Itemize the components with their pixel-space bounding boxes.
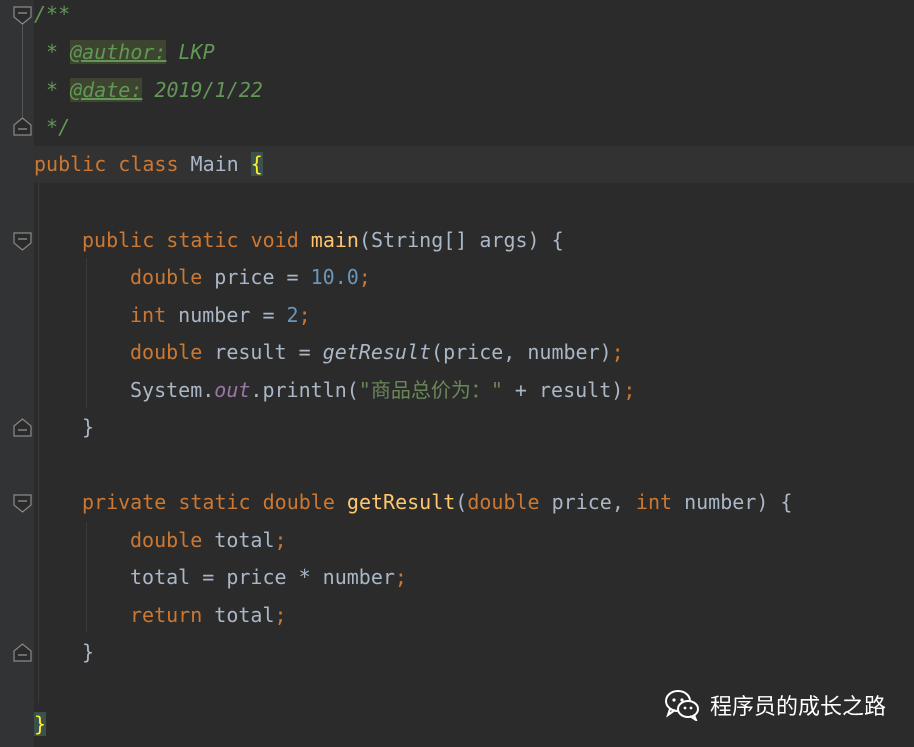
code-line: total = price * number; bbox=[130, 559, 407, 596]
code-line: } bbox=[82, 634, 94, 671]
code-line: private static double getResult(double p… bbox=[82, 484, 792, 521]
code-text: total bbox=[202, 528, 275, 552]
number-literal: 2 bbox=[286, 303, 299, 327]
javadoc-tag: @author: bbox=[70, 40, 167, 64]
comment-text: * bbox=[34, 40, 71, 64]
number-literal: 10.0 bbox=[310, 265, 359, 289]
code-line: public static void main(String[] args) { bbox=[82, 222, 564, 259]
keyword: double bbox=[130, 265, 203, 289]
code-line: public class Main { bbox=[34, 146, 263, 183]
keyword: double bbox=[467, 490, 540, 514]
code-line: * @author: LKP bbox=[34, 34, 215, 71]
code-line: /** bbox=[34, 0, 70, 33]
matched-brace: { bbox=[250, 152, 263, 176]
watermark: 程序员的成长之路 bbox=[664, 687, 886, 723]
code-text: ( bbox=[455, 490, 468, 514]
code-text: (price, number) bbox=[431, 340, 612, 364]
code-line: int number = 2; bbox=[130, 297, 311, 334]
code-text: + result) bbox=[502, 378, 624, 402]
method-name: main bbox=[310, 228, 359, 252]
class-name: Main bbox=[178, 152, 251, 176]
keyword: private static double bbox=[82, 490, 335, 514]
method-name: getResult bbox=[346, 490, 456, 514]
code-line: } bbox=[82, 409, 94, 446]
comment-text: * bbox=[34, 78, 71, 102]
closing-brace: } bbox=[82, 640, 95, 664]
code-text: total = price * number bbox=[130, 565, 395, 589]
code-line: return total; bbox=[130, 597, 287, 634]
matched-brace: } bbox=[34, 712, 47, 736]
keyword: public static void bbox=[82, 228, 299, 252]
code-line: System.out.println("商品总价为：" + result); bbox=[130, 372, 635, 409]
code-text: number) { bbox=[672, 490, 793, 514]
semicolon: ; bbox=[298, 303, 311, 327]
code-text: .println( bbox=[250, 378, 359, 402]
string-literal: "商品总价为：" bbox=[358, 378, 503, 402]
semicolon: ; bbox=[611, 340, 624, 364]
code-line: double result = getResult(price, number)… bbox=[130, 334, 624, 371]
watermark-text: 程序员的成长之路 bbox=[709, 695, 886, 720]
semicolon: ; bbox=[358, 265, 371, 289]
code-text: number = bbox=[166, 303, 287, 327]
static-field: out bbox=[214, 378, 251, 402]
keyword: double bbox=[130, 528, 203, 552]
wechat-icon bbox=[664, 690, 699, 721]
keyword: int bbox=[635, 490, 673, 514]
comment-text: /** bbox=[34, 2, 71, 26]
code-text: result = bbox=[202, 340, 323, 364]
keyword: return bbox=[130, 603, 203, 627]
code-line: double price = 10.0; bbox=[130, 259, 371, 296]
keyword: public class bbox=[34, 152, 179, 176]
comment-text: LKP bbox=[166, 40, 215, 64]
code-text: total bbox=[202, 603, 275, 627]
comment-text: 2019/1/22 bbox=[142, 78, 263, 102]
code-text: price, bbox=[539, 490, 636, 514]
javadoc-tag: @date: bbox=[70, 78, 143, 102]
static-method-call: getResult bbox=[322, 340, 432, 364]
semicolon: ; bbox=[623, 378, 636, 402]
code-line: double total; bbox=[130, 522, 287, 559]
code-text: price = bbox=[202, 265, 311, 289]
code-line: */ bbox=[34, 109, 70, 146]
code-text: System. bbox=[130, 378, 215, 402]
code-line: * @date: 2019/1/22 bbox=[34, 72, 263, 109]
code-text: (String[] args) { bbox=[358, 228, 564, 252]
keyword: int bbox=[130, 303, 167, 327]
keyword: double bbox=[130, 340, 203, 364]
semicolon: ; bbox=[394, 565, 407, 589]
comment-text: */ bbox=[34, 115, 71, 139]
semicolon: ; bbox=[274, 603, 287, 627]
code-line: } bbox=[34, 706, 47, 743]
code-editor[interactable]: /** * @author: LKP * @date: 2019/1/22 */… bbox=[0, 0, 914, 747]
semicolon: ; bbox=[274, 528, 287, 552]
closing-brace: } bbox=[82, 415, 95, 439]
